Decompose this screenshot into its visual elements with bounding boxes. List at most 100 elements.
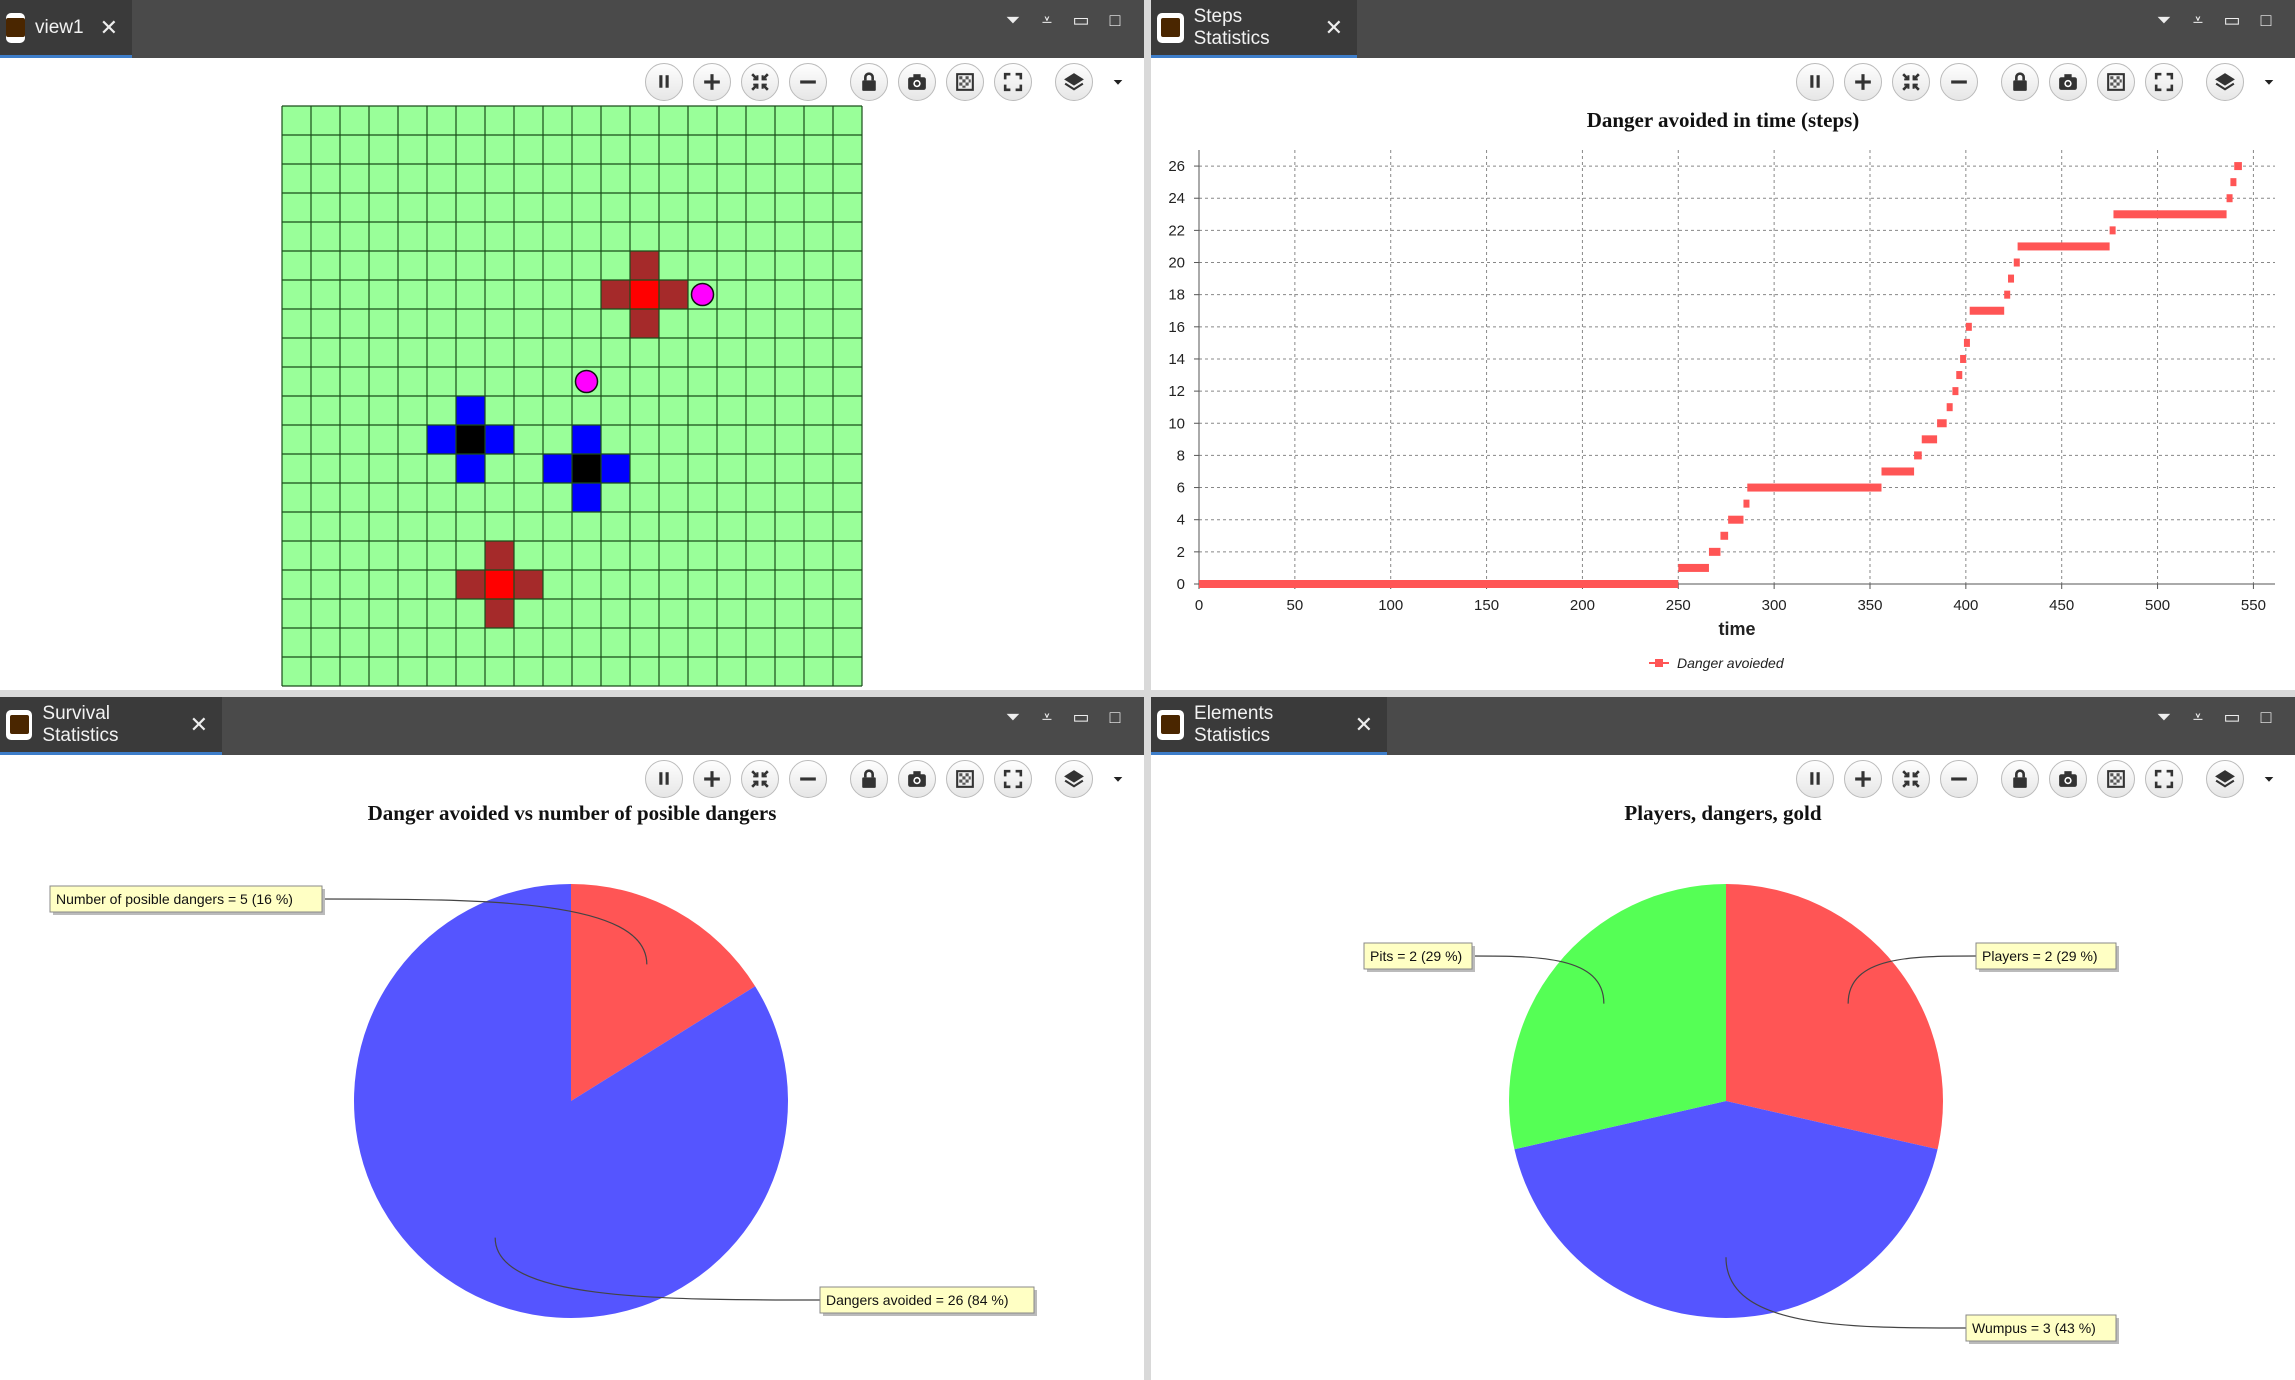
y-tick-label: 12 (1168, 383, 1185, 400)
fullscreen-icon (1003, 72, 1023, 92)
maximize-icon[interactable]: □ (1102, 6, 1128, 34)
series-segment (1720, 531, 1729, 540)
zoom-in-button[interactable] (1844, 63, 1882, 101)
survival-statistics-pane: Survival Statistics ✕ ⏷ ⩡ ▭ □ Danger avo… (0, 697, 1144, 1380)
zoom-in-icon (1855, 74, 1871, 90)
series-segment (1914, 451, 1922, 460)
lock-button[interactable] (850, 63, 888, 101)
view1-pane: view1 ✕ ⏷ ⩡ ▭ □ (0, 0, 1144, 690)
zoom-fit-icon (751, 73, 769, 91)
grid-display (281, 105, 863, 687)
y-tick-label: 10 (1168, 415, 1185, 432)
steps-tabbar: Steps Statistics ✕ ⏷ ⩡ ▭ □ (1151, 0, 2295, 58)
y-tick-label: 24 (1168, 190, 1185, 207)
minimize-icon[interactable]: ▭ (2219, 6, 2245, 34)
dropdown-arrow-icon (2264, 80, 2274, 85)
view-menu-icon[interactable]: ⏷ (1000, 6, 1026, 34)
x-tick-label: 400 (1953, 597, 1978, 614)
collapse-icon[interactable]: ⩡ (2185, 6, 2211, 34)
zoom-in-icon (704, 74, 720, 90)
y-tick-label: 8 (1177, 447, 1185, 464)
layers-icon (1064, 73, 1084, 91)
toggle-overlay-button[interactable] (2097, 63, 2135, 101)
zoom-out-icon (800, 80, 816, 84)
slice-label: Dangers avoided = 26 (84 %) (826, 1292, 1009, 1308)
tab-label: Steps Statistics (1193, 5, 1270, 49)
snapshot-icon (2059, 74, 2077, 90)
grid-cell (456, 396, 485, 425)
collapse-icon[interactable]: ⩡ (1034, 6, 1060, 34)
pause-button[interactable] (645, 63, 683, 101)
zoom-fit-button[interactable] (1892, 63, 1930, 101)
series-segment (2008, 274, 2015, 283)
zoom-out-button[interactable] (1940, 63, 1978, 101)
x-tick-label: 550 (2241, 597, 2266, 614)
dropdown-arrow-button[interactable] (1103, 63, 1133, 101)
grid-cell (456, 454, 485, 483)
x-tick-label: 0 (1195, 597, 1203, 614)
series-segment (1747, 483, 1882, 492)
view-icon (6, 12, 25, 43)
lock-icon (862, 72, 876, 91)
dropdown-arrow-button[interactable] (2254, 63, 2284, 101)
legend-marker (1655, 659, 1663, 667)
fullscreen-button[interactable] (2145, 63, 2183, 101)
grid-cell (572, 425, 601, 454)
snapshot-button[interactable] (898, 63, 936, 101)
grid-cell (543, 454, 572, 483)
slice-label: Wumpus = 3 (43 %) (1972, 1320, 2096, 1336)
close-icon[interactable]: ✕ (1325, 16, 1343, 39)
y-tick-label: 16 (1168, 319, 1185, 336)
zoom-out-button[interactable] (789, 63, 827, 101)
view1-tabbar: view1 ✕ ⏷ ⩡ ▭ □ (0, 0, 1144, 58)
layers-button[interactable] (1055, 63, 1093, 101)
toggle-overlay-icon (956, 73, 974, 91)
series-segment (1963, 338, 1970, 347)
grid-cell (485, 599, 514, 628)
x-axis-label: time (1718, 619, 1755, 639)
x-tick-label: 250 (1666, 597, 1691, 614)
close-icon[interactable]: ✕ (100, 16, 118, 39)
minimize-icon[interactable]: ▭ (1068, 6, 1094, 34)
dropdown-arrow-icon (1113, 80, 1123, 85)
maximize-icon[interactable]: □ (2253, 6, 2279, 34)
layers-icon (2215, 73, 2235, 91)
lock-icon (2013, 72, 2027, 91)
grid-cell (601, 280, 630, 309)
series-segment (1921, 435, 1938, 444)
view-menu-icon[interactable]: ⏷ (2151, 6, 2177, 34)
pause-icon (1810, 75, 1820, 88)
y-tick-label: 18 (1168, 287, 1185, 304)
y-tick-label: 2 (1177, 544, 1185, 561)
display-toolbar (640, 60, 1138, 104)
series-segment (1199, 580, 1679, 588)
x-tick-label: 150 (1474, 597, 1499, 614)
layers-button[interactable] (2206, 63, 2244, 101)
lock-button[interactable] (2001, 63, 2039, 101)
legend-label: Danger avoieded (1677, 655, 1785, 671)
series-segment (2226, 194, 2233, 203)
series-segment (2013, 258, 2020, 267)
agent-marker (574, 369, 599, 394)
grid-cell (572, 483, 601, 512)
horizontal-splitter[interactable] (0, 690, 2295, 697)
tab-label: view1 (35, 16, 84, 38)
tab-view1[interactable]: view1 ✕ (0, 0, 132, 58)
grid-cell (514, 570, 543, 599)
x-tick-label: 350 (1857, 597, 1882, 614)
fullscreen-icon (2154, 72, 2174, 92)
snapshot-button[interactable] (2049, 63, 2087, 101)
tab-steps-statistics[interactable]: Steps Statistics ✕ (1151, 0, 1357, 58)
chart-view-icon (1157, 12, 1184, 43)
snapshot-icon (908, 74, 926, 90)
pause-button[interactable] (1796, 63, 1834, 101)
fullscreen-button[interactable] (994, 63, 1032, 101)
y-tick-label: 4 (1177, 512, 1185, 529)
agent-marker (690, 282, 715, 307)
y-tick-label: 6 (1177, 480, 1185, 497)
series-segment (2113, 210, 2227, 219)
zoom-fit-button[interactable] (741, 63, 779, 101)
zoom-in-button[interactable] (693, 63, 731, 101)
grid-cell (485, 541, 514, 570)
toggle-overlay-button[interactable] (946, 63, 984, 101)
